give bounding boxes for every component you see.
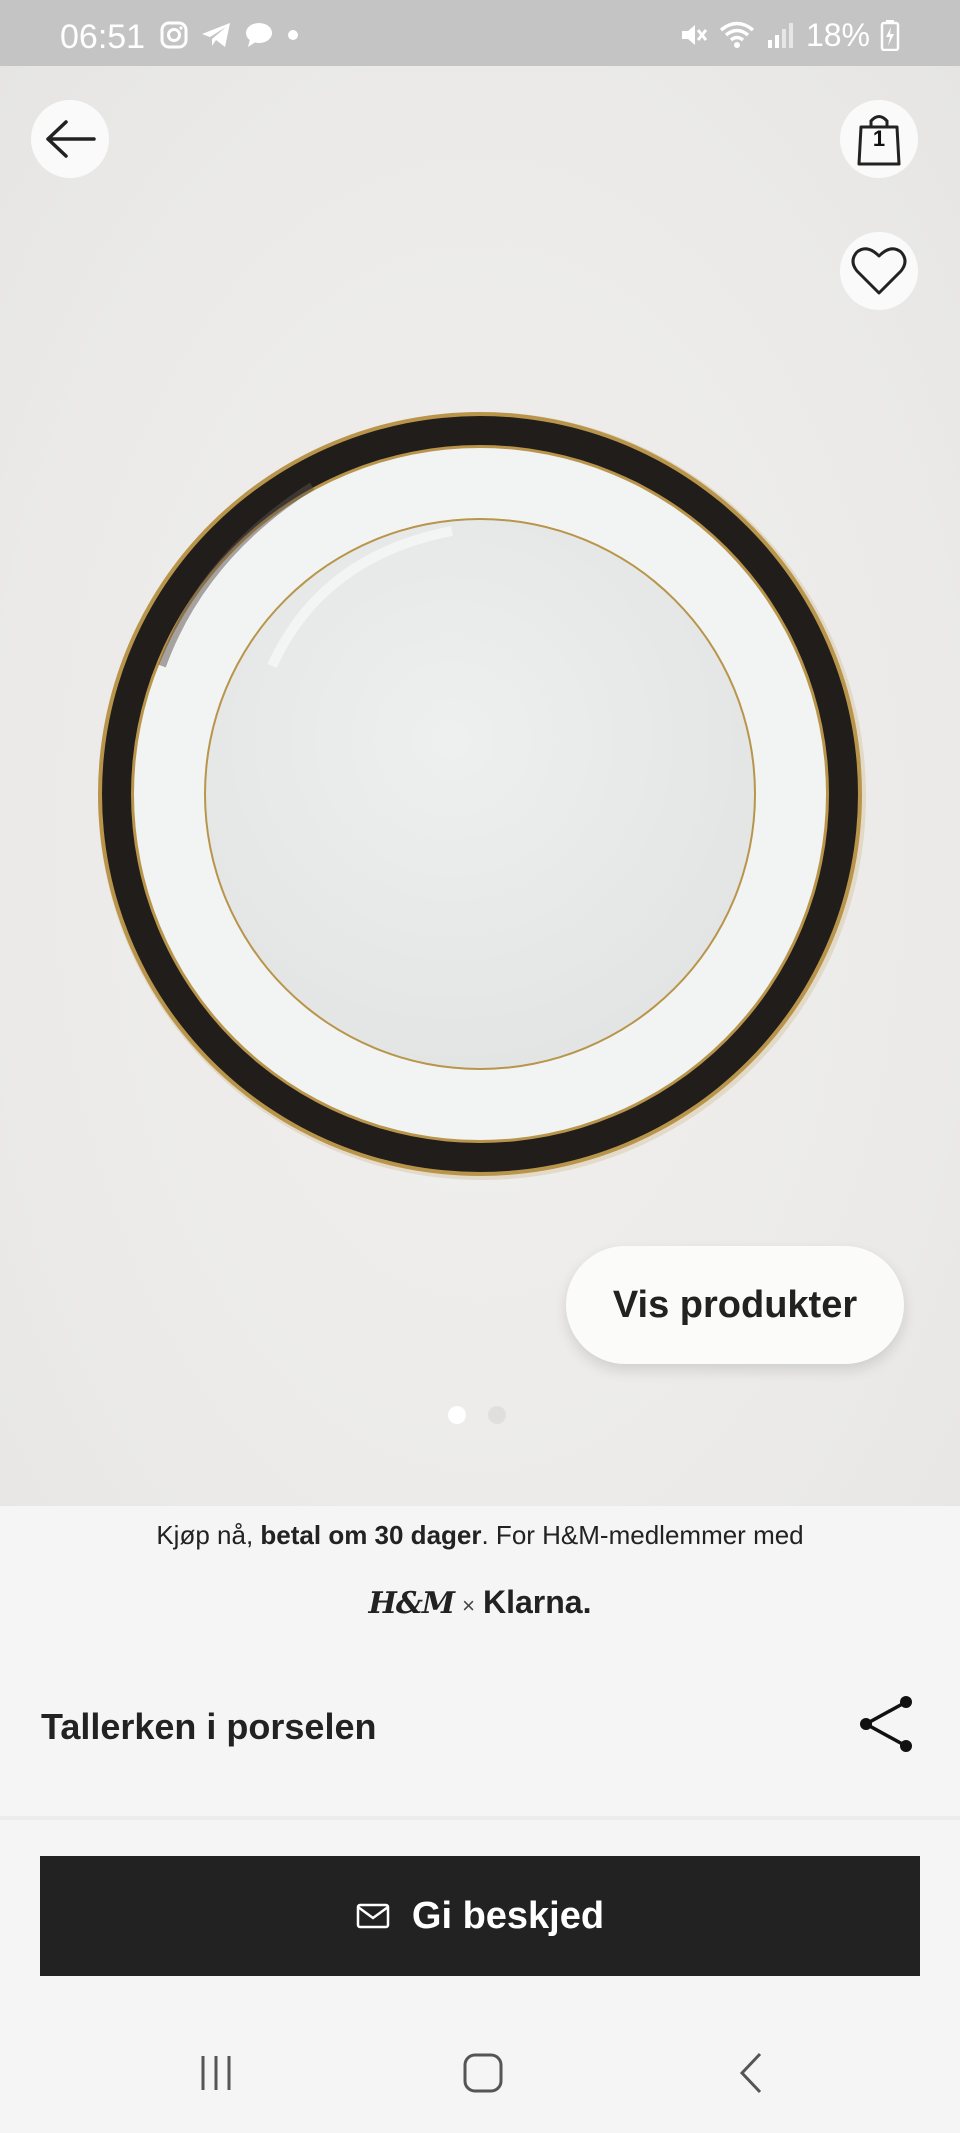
share-button[interactable] [856,1694,916,1754]
hm-klarna-logo: H&M × Klarna. [0,1584,960,1621]
show-products-button[interactable]: Vis produkter [566,1246,904,1364]
status-bar: 06:51 18% [0,0,960,66]
recent-apps-icon[interactable] [191,2048,241,2098]
home-icon[interactable] [458,2048,508,2098]
arrow-left-icon [46,120,96,158]
favorite-button[interactable] [840,232,918,310]
hm-logo: H&M [368,1586,456,1621]
status-notification-icons [160,20,300,50]
status-time: 06:51 [60,18,146,56]
battery-percentage: 18% [805,16,870,53]
wifi-icon [719,21,755,48]
divider [0,1816,960,1820]
back-button[interactable] [31,100,109,178]
mute-icon [681,25,708,45]
mail-icon [356,1903,390,1929]
battery-icon [880,20,900,51]
klarna-text-before: Kjøp nå, [156,1520,261,1550]
status-system-icons: 18% [678,16,900,53]
notify-me-label: Gi beskjed [411,1894,605,1937]
bag-count-badge: 1 [872,126,886,151]
product-title: Tallerken i porselen [41,1706,377,1747]
logo-separator: × [462,1593,475,1618]
carousel-dot-active[interactable] [448,1406,466,1424]
share-icon [860,1696,912,1752]
carousel-dot[interactable] [488,1406,506,1424]
product-image-plate [98,412,866,1180]
instagram-icon [160,21,188,49]
klarna-text-bold: betal om 30 dager [260,1520,482,1550]
notify-me-button[interactable]: Gi beskjed [40,1856,920,1976]
telegram-icon [202,23,230,47]
chat-bubble-icon [246,23,272,47]
carousel-indicator [448,1406,506,1424]
signal-icon [767,23,793,48]
shopping-bag-button[interactable]: 1 [840,100,918,178]
klarna-text-after: . For H&M-medlemmer med [481,1520,804,1550]
klarna-promo-text: Kjøp nå, betal om 30 dager. For H&M-medl… [0,1520,960,1551]
heart-icon [851,247,907,295]
back-icon[interactable] [728,2048,778,2098]
dot-icon [288,30,298,40]
product-image-carousel[interactable]: 1 Vis produkter [0,66,960,1506]
klarna-logo: Klarna. [483,1584,592,1620]
system-navigation-bar [0,2010,960,2133]
